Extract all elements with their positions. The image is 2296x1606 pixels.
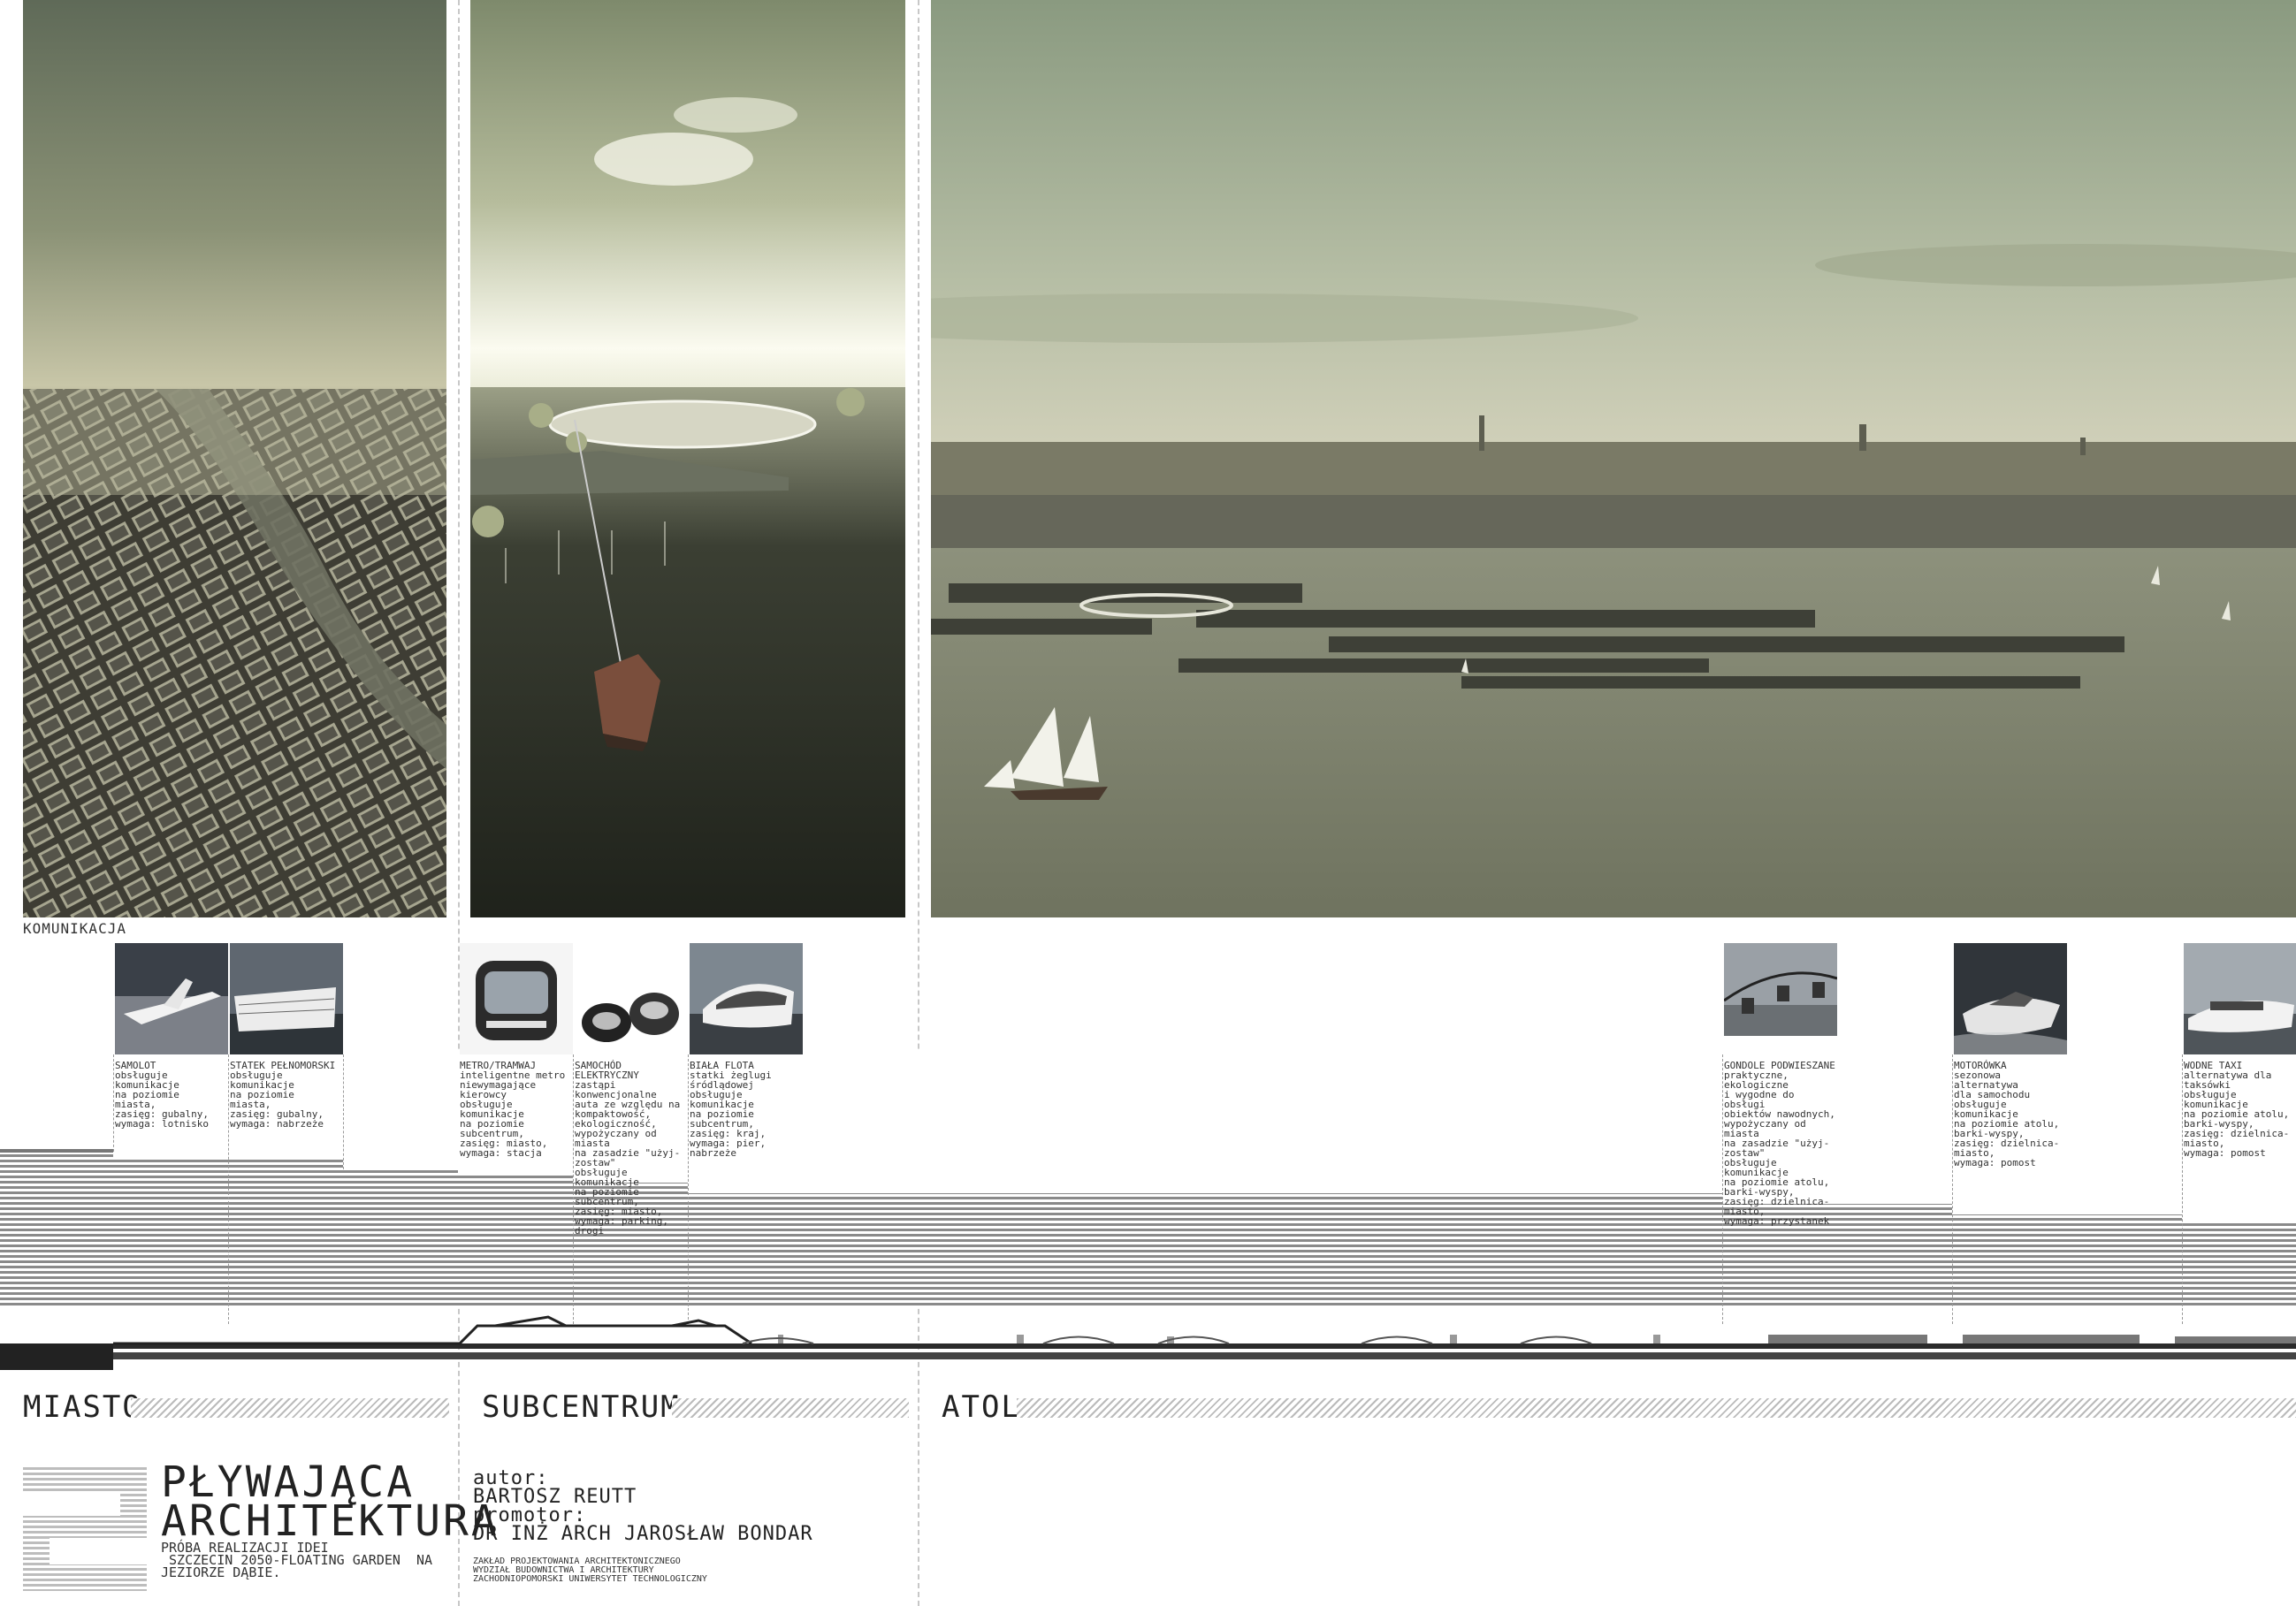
institution: ZAKŁAD PROJEKTOWANIA ARCHITEKTONICZNEGO …: [473, 1557, 707, 1584]
zone-subcentrum-hatch: [672, 1398, 909, 1418]
thumb-water-taxi: [2184, 943, 2296, 1054]
desc-metro: METRO/TRAMWAJ inteligentne metro niewymag…: [460, 1060, 566, 1159]
zone-atol-label: ATOL: [942, 1389, 1021, 1425]
thumb-motorboat: [1954, 943, 2067, 1054]
city-aerial-photo: [23, 0, 446, 917]
section-profile: [0, 1308, 2296, 1379]
project-number: 2: [23, 1467, 147, 1591]
project-title: PŁYWAJĄCA ARCHITEKTURA: [161, 1458, 500, 1546]
thumb-electric-car: [575, 943, 688, 1054]
marina-photo: [470, 0, 905, 917]
thumb-plane: [115, 943, 228, 1054]
zone-miasto-hatch: [131, 1398, 449, 1418]
project-subtitle: PRÓBA REALIZACJI IDEI SZCZECIN 2050-FLOA…: [161, 1540, 433, 1580]
thumb-metro: [460, 943, 573, 1054]
credits: autor: BARTOSZ REUTT promotor: DR INŻ AR…: [473, 1467, 813, 1545]
thumb-ship: [230, 943, 343, 1054]
desc-gondola: GONDOLE PODWIESZANE praktyczne, ekologicz…: [1724, 1060, 1835, 1227]
desc-ship: STATEK PEŁNOMORSKI obsługuje komunikacje …: [230, 1060, 336, 1130]
zone-atol-hatch: [1017, 1398, 2296, 1418]
zone-miasto-label: MIASTO: [23, 1389, 142, 1425]
section-label: KOMUNIKACJA: [23, 920, 126, 937]
desc-white-fleet: BIAŁA FLOTA statki żeglugi śródlądowej ob…: [690, 1060, 772, 1159]
zone-subcentrum-label: SUBCENTRUM: [482, 1389, 681, 1425]
thumb-gondola: [1724, 943, 1837, 1036]
desc-electric-car: SAMOCHÓD ELEKTRYCZNY zastąpi konwencjonal…: [575, 1060, 681, 1237]
desc-water-taxi: WODNE TAXI alternatywa dla taksówki obsłu…: [2184, 1060, 2290, 1159]
desc-motorboat: MOTORÓWKA sezonowa alternatywa dla samoch…: [1954, 1060, 2060, 1168]
thumb-white-fleet: [690, 943, 803, 1054]
desc-plane: SAMOLOT obsługuje komunikacje na poziomie…: [115, 1060, 209, 1130]
lake-panorama-photo: [931, 0, 2296, 917]
